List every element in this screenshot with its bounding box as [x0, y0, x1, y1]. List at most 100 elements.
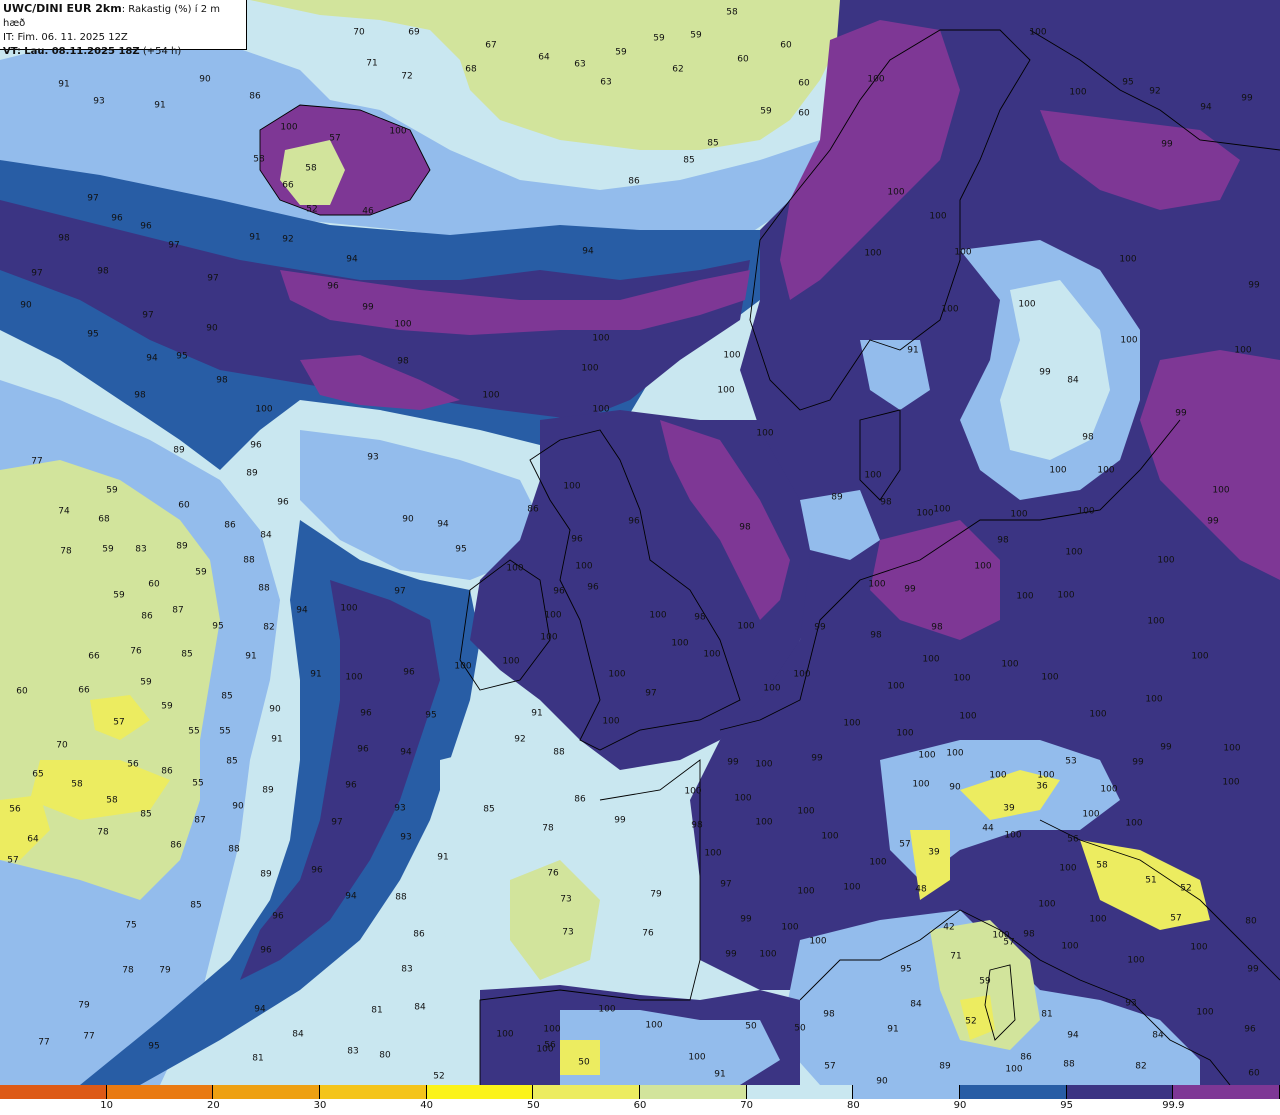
value-label: 97	[87, 193, 99, 204]
value-label: 98	[1023, 929, 1035, 940]
value-label: 96	[140, 221, 152, 232]
value-label: 98	[216, 375, 228, 386]
value-label: 59	[760, 106, 772, 117]
value-label: 100	[1061, 941, 1079, 952]
legend-swatch	[106, 1085, 214, 1099]
value-label: 52	[965, 1016, 977, 1027]
value-label: 100	[1077, 506, 1095, 517]
value-label: 86	[141, 611, 153, 622]
value-label: 70	[353, 27, 365, 38]
value-label: 98	[931, 622, 943, 633]
value-label: 100	[868, 579, 886, 590]
value-label: 100	[649, 610, 667, 621]
value-label: 99	[1247, 964, 1259, 975]
value-label: 95	[212, 621, 224, 632]
value-label: 84	[1067, 375, 1079, 386]
value-label: 64	[27, 834, 39, 845]
value-label: 97	[207, 273, 219, 284]
value-label: 91	[531, 708, 543, 719]
value-label: 100	[540, 632, 558, 643]
legend-tick-label: 10	[100, 1100, 114, 1111]
legend-swatch	[213, 1085, 320, 1099]
legend-swatch	[0, 1085, 107, 1099]
value-label: 81	[371, 1005, 383, 1016]
legend-tick-label: 80	[846, 1100, 860, 1111]
value-label: 93	[1125, 998, 1137, 1009]
value-label: 100	[543, 1024, 561, 1035]
value-label: 94	[1067, 1030, 1079, 1041]
value-label: 100	[723, 350, 741, 361]
legend-swatch	[853, 1085, 960, 1099]
value-label: 100	[255, 404, 273, 415]
value-label: 94	[346, 254, 358, 265]
legend-swatch	[533, 1085, 640, 1099]
legend-swatch	[1066, 1085, 1174, 1099]
value-label: 90	[199, 74, 211, 85]
value-label: 82	[1135, 1061, 1147, 1072]
value-label: 94	[345, 891, 357, 902]
value-label: 91	[310, 669, 322, 680]
value-label: 100	[1212, 485, 1230, 496]
value-label: 96	[403, 667, 415, 678]
value-label: 79	[159, 965, 171, 976]
value-label: 79	[650, 889, 662, 900]
value-label: 95	[900, 964, 912, 975]
value-label: 39	[928, 847, 940, 858]
value-label: 90	[269, 704, 281, 715]
value-label: 80	[1245, 916, 1257, 927]
value-label: 93	[93, 96, 105, 107]
value-label: 91	[245, 651, 257, 662]
value-label: 100	[280, 122, 298, 133]
value-label: 100	[1065, 547, 1083, 558]
value-label: 100	[1082, 809, 1100, 820]
legend-tick-label: 90	[953, 1100, 967, 1111]
value-label: 56	[127, 759, 139, 770]
value-label: 86	[161, 766, 173, 777]
value-label: 100	[887, 681, 905, 692]
value-label: 86	[413, 929, 425, 940]
value-label: 85	[181, 649, 193, 660]
value-label: 85	[707, 138, 719, 149]
value-label: 59	[113, 590, 125, 601]
value-label: 96	[1244, 1024, 1256, 1035]
value-label: 57	[824, 1061, 836, 1072]
value-label: 93	[400, 832, 412, 843]
value-label: 60	[16, 686, 28, 697]
legend-tick-label: 70	[740, 1100, 754, 1111]
value-label: 59	[979, 976, 991, 987]
info-box: UWC/DINI EUR 2km: Rakastig (%) í 2 m hæð…	[0, 0, 247, 57]
value-label: 100	[989, 770, 1007, 781]
value-label: 50	[578, 1057, 590, 1068]
value-label: 58	[106, 795, 118, 806]
value-label: 84	[910, 999, 922, 1010]
value-label: 88	[1063, 1059, 1075, 1070]
value-label: 98	[997, 535, 1009, 546]
value-label: 88	[395, 892, 407, 903]
value-label: 95	[425, 710, 437, 721]
value-label: 96	[628, 516, 640, 527]
value-label: 58	[71, 779, 83, 790]
value-label: 96	[250, 440, 262, 451]
lead-time: (+54 h)	[142, 46, 182, 57]
value-label: 46	[362, 206, 374, 217]
value-label: 67	[485, 40, 497, 51]
value-label: 84	[1152, 1030, 1164, 1041]
value-label: 55	[192, 778, 204, 789]
value-label: 76	[130, 646, 142, 657]
value-label: 62	[672, 64, 684, 75]
value-label: 59	[653, 33, 665, 44]
value-label: 81	[1041, 1009, 1053, 1020]
legend-swatch	[640, 1085, 747, 1099]
value-label: 59	[161, 701, 173, 712]
value-label: 66	[78, 685, 90, 696]
value-label: 100	[1119, 254, 1137, 265]
value-label: 95	[87, 329, 99, 340]
value-label: 96	[587, 582, 599, 593]
value-label: 59	[615, 47, 627, 58]
value-label: 94	[146, 353, 158, 364]
value-label: 99	[1241, 93, 1253, 104]
value-label: 100	[1190, 942, 1208, 953]
value-label: 84	[414, 1002, 426, 1013]
value-label: 66	[88, 651, 100, 662]
value-label: 100	[394, 319, 412, 330]
